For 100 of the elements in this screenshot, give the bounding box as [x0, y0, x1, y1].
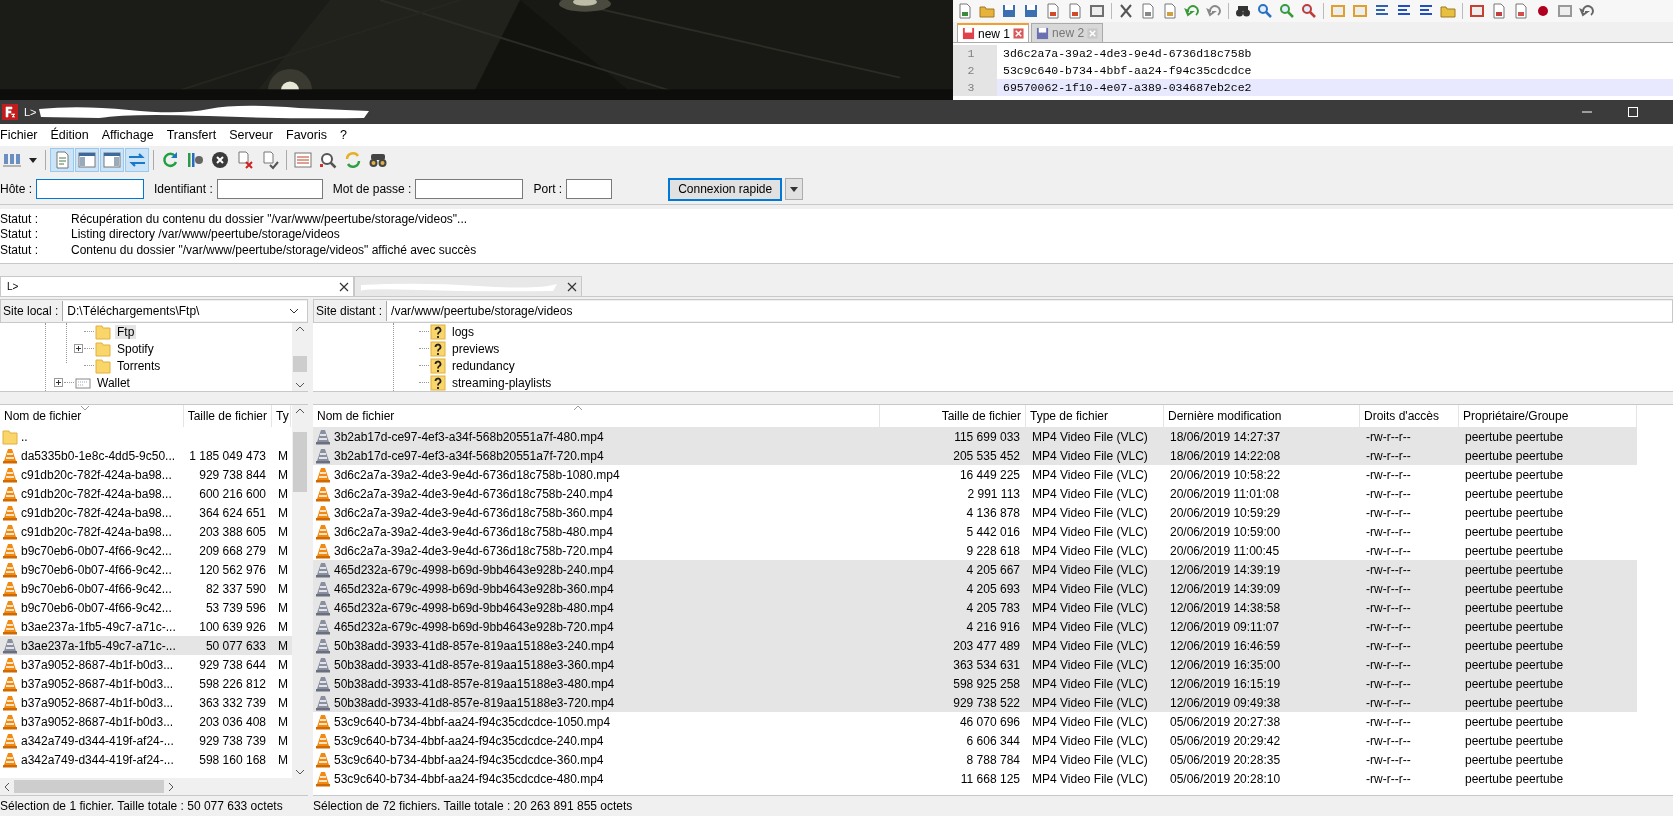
scroll-thumb[interactable] [293, 356, 307, 372]
folder-icon[interactable] [979, 3, 995, 19]
menu-item[interactable]: Affichage [101, 128, 160, 142]
file-row[interactable]: 3d6c2a7a-39a2-4de3-9e4d-6736d18c758b-360.mp4 4 136 878 MP4 Video File (VLC) 20/06/2019 10:59:29 -rw-r--r-- peertube peertube [313, 503, 1637, 522]
menu-item[interactable]: Transfert [166, 128, 223, 142]
file-row[interactable]: c91db20c-782f-424a-ba98... 929 738 844 M [0, 465, 292, 484]
folder-icon[interactable] [1440, 3, 1456, 19]
document-icon[interactable] [1491, 3, 1507, 19]
file-row[interactable]: b37a9052-8687-4b1f-b0d3... 363 332 739 M [0, 693, 292, 712]
document-icon[interactable] [1140, 3, 1156, 19]
file-row[interactable]: 50b38add-3933-41d8-857e-819aa15188e3-480.mp4 598 925 258 MP4 Video File (VLC) 12/06/2019 16:15:19 -rw-r--r-- peertube peertube [313, 674, 1637, 693]
editor-tab[interactable]: new 1 [957, 23, 1030, 42]
toolbar-button[interactable] [75, 148, 99, 172]
tree-item[interactable]: Torrents [115, 358, 163, 373]
file-row[interactable]: 50b38add-3933-41d8-857e-819aa15188e3-360.mp4 363 534 631 MP4 Video File (VLC) 12/06/2019 16:35:00 -rw-r--r-- peertube peertube [313, 655, 1637, 674]
input-field[interactable] [566, 179, 613, 199]
chevron-up-icon[interactable] [295, 408, 305, 414]
file-row[interactable]: b9c70eb6-0b07-4f66-9c42... 209 668 279 M [0, 541, 292, 560]
file-row[interactable]: c91db20c-782f-424a-ba98... 600 216 600 M [0, 484, 292, 503]
document-icon[interactable] [1513, 3, 1529, 19]
close-icon[interactable] [567, 281, 577, 292]
file-row[interactable]: a342a749-d344-419f-af24-... 598 160 168 M [0, 750, 292, 769]
file-row[interactable]: b9c70eb6-0b07-4f66-9c42... 53 739 596 M [0, 598, 292, 617]
scroll-thumb[interactable] [14, 780, 164, 793]
file-row[interactable]: 465d232a-679c-4998-b69d-9bb4643e928b-240.mp4 4 205 667 MP4 Video File (VLC) 12/06/2019 14:39:19 -rw-r--r-- peertube peertube [313, 560, 1637, 579]
file-row[interactable]: b37a9052-8687-4b1f-b0d3... 203 036 408 M [0, 712, 292, 731]
chevron-left-icon[interactable] [4, 781, 10, 792]
file-row[interactable]: b3ae237a-1fb5-49c7-a71c-... 50 077 633 M [0, 636, 292, 655]
file-row[interactable]: b37a9052-8687-4b1f-b0d3... 929 738 644 M [0, 655, 292, 674]
file-row[interactable]: 3d6c2a7a-39a2-4de3-9e4d-6736d18c758b-1080.mp4 16 449 225 MP4 Video File (VLC) 20/06/2019 10:58:22 -rw-r--r-- peertube peertube [313, 465, 1637, 484]
clipboard-icon[interactable] [1162, 3, 1178, 19]
file-row[interactable]: 50b38add-3933-41d8-857e-819aa15188e3-720.mp4 929 738 522 MP4 Video File (VLC) 12/06/2019 09:49:38 -rw-r--r-- peertube peertube [313, 693, 1637, 712]
file-row[interactable]: .. [0, 427, 292, 446]
binoculars-icon[interactable] [1235, 3, 1251, 19]
input-field[interactable] [216, 179, 323, 199]
magnifier-icon[interactable] [1257, 3, 1273, 19]
stop-icon[interactable] [1557, 3, 1573, 19]
file-row[interactable]: 465d232a-679c-4998-b69d-9bb4643e928b-480.mp4 4 205 783 MP4 Video File (VLC) 12/06/2019 14:38:58 -rw-r--r-- peertube peertube [313, 598, 1637, 617]
document-icon[interactable] [957, 3, 973, 19]
file-row[interactable]: b9c70eb6-0b07-4f66-9c42... 82 337 590 M [0, 579, 292, 598]
file-row[interactable]: 3d6c2a7a-39a2-4de3-9e4d-6736d18c758b-240.mp4 2 991 113 MP4 Video File (VLC) 20/06/2019 11:01:08 -rw-r--r-- peertube peertube [313, 484, 1637, 503]
menu-item[interactable]: Favoris [286, 128, 333, 142]
chevron-down-icon[interactable] [295, 769, 305, 775]
input-field[interactable] [415, 179, 524, 199]
document-icon[interactable] [1067, 3, 1083, 19]
scrollbar[interactable] [0, 778, 308, 795]
column-header[interactable]: Taille de fichier [184, 405, 272, 427]
tree-item[interactable]: streaming-playlists [450, 375, 554, 390]
path-field[interactable]: /var/www/peertube/storage/videos [386, 301, 1672, 321]
column-header[interactable]: Nom de fichier [0, 405, 184, 427]
file-row[interactable]: 465d232a-679c-4998-b69d-9bb4643e928b-720.mp4 4 216 916 MP4 Video File (VLC) 12/06/2019 09:11:07 -rw-r--r-- peertube peertube [313, 617, 1637, 636]
file-row[interactable]: c91db20c-782f-424a-ba98... 203 388 605 M [0, 522, 292, 541]
zoom-in-icon[interactable] [1279, 3, 1295, 19]
permissions: -rw-r--r-- [1365, 429, 1412, 444]
tree-item[interactable]: Ftp [115, 324, 137, 339]
file-row[interactable]: 3d6c2a7a-39a2-4de3-9e4d-6736d18c758b-480.mp4 5 442 016 MP4 Video File (VLC) 20/06/2019 10:59:00 -rw-r--r-- peertube peertube [313, 522, 1637, 541]
caret-icon[interactable] [29, 157, 37, 163]
file-row[interactable]: 53c9c640-b734-4bbf-aa24-f94c35cdcdce-1050.mp4 46 070 696 MP4 Video File (VLC) 05/06/2019 20:27:38 -rw-r--r-- peertube peertube [313, 712, 1637, 731]
file-row[interactable]: 465d232a-679c-4998-b69d-9bb4643e928b-360.mp4 4 205 693 MP4 Video File (VLC) 12/06/2019 14:39:09 -rw-r--r-- peertube peertube [313, 579, 1637, 598]
chevron-right-icon[interactable] [168, 781, 174, 792]
file-row[interactable]: b3ae237a-1fb5-49c7-a71c-... 100 639 926 M [0, 617, 292, 636]
menu-item[interactable]: Fichier [0, 128, 44, 142]
record-dot-icon[interactable] [1535, 3, 1551, 19]
tree-item[interactable]: redundancy [450, 358, 517, 373]
file-row[interactable]: 53c9c640-b734-4bbf-aa24-f94c35cdcdce-240.mp4 6 606 344 MP4 Video File (VLC) 05/06/2019 20:29:42 -rw-r--r-- peertube peertube [313, 731, 1637, 750]
file-row[interactable]: 53c9c640-b734-4bbf-aa24-f94c35cdcdce-360.mp4 8 788 784 MP4 Video File (VLC) 05/06/2019 20:28:35 -rw-r--r-- peertube peertube [313, 750, 1637, 769]
menu-item[interactable]: Serveur [229, 128, 279, 142]
path-combo[interactable]: D:\Téléchargements\Ftp\ [62, 301, 307, 321]
file-row[interactable]: 53c9c640-b734-4bbf-aa24-f94c35cdcdce-480.mp4 11 668 125 MP4 Video File (VLC) 05/06/2019 20:28:10 -rw-r--r-- peertube peertube [313, 769, 1637, 788]
file-row[interactable]: b37a9052-8687-4b1f-b0d3... 598 226 812 M [0, 674, 292, 693]
maximize-icon[interactable] [1627, 106, 1639, 118]
dropdown-button[interactable] [785, 178, 804, 200]
tree-item[interactable]: Spotify [115, 341, 156, 356]
tree-item[interactable]: previews [450, 341, 502, 356]
expand-icon[interactable] [54, 378, 63, 387]
document-icon[interactable] [1045, 3, 1061, 19]
chevron-down-icon[interactable] [295, 382, 305, 388]
file-row[interactable]: 3d6c2a7a-39a2-4de3-9e4d-6736d18c758b-720.mp4 9 228 618 MP4 Video File (VLC) 20/06/2019 11:00:45 -rw-r--r-- peertube peertube [313, 541, 1637, 560]
file-row[interactable]: b9c70eb6-0b07-4f66-9c42... 120 562 976 M [0, 560, 292, 579]
column-header[interactable]: Ty [272, 405, 291, 427]
file-row[interactable]: da5335b0-1e8c-4dd5-9c50... 1 185 049 473 M [0, 446, 292, 465]
chevron-up-icon[interactable] [295, 326, 305, 332]
file-row[interactable]: c91db20c-782f-424a-ba98... 364 624 651 M [0, 503, 292, 522]
menu-item[interactable]: Édition [50, 128, 95, 142]
file-row[interactable]: 50b38add-3933-41d8-857e-819aa15188e3-240.mp4 203 477 489 MP4 Video File (VLC) 12/06/2019 16:46:59 -rw-r--r-- peertube peertube [313, 636, 1637, 655]
input-field[interactable] [36, 179, 144, 199]
scroll-thumb[interactable] [293, 432, 307, 492]
zoom-out-icon[interactable] [1301, 3, 1317, 19]
scrollbar[interactable] [292, 323, 308, 391]
tree-item[interactable]: logs [450, 324, 476, 339]
file-row[interactable]: 3b2ab17d-ce97-4ef3-a34f-568b20551a7f-720.mp4 205 535 452 MP4 Video File (VLC) 18/06/2019 14:22:08 -rw-r--r-- peertube peertube [313, 446, 1637, 465]
tree-item[interactable]: Wallet [95, 375, 132, 390]
close-icon[interactable] [339, 281, 349, 292]
menu-item[interactable]: ? [340, 128, 353, 142]
file-row[interactable]: 3b2ab17d-ce97-4ef3-a34f-568b20551a7f-480.mp4 115 699 033 MP4 Video File (VLC) 18/06/2019 14:27:37 -rw-r--r-- peertube peertube [313, 427, 1637, 446]
connect-button[interactable]: Connexion rapide [668, 177, 783, 201]
connection-tab[interactable]: L> [0, 276, 354, 296]
file-row[interactable]: a342a749-d344-419f-af24-... 929 738 739 M [0, 731, 292, 750]
toolbar-button[interactable] [100, 148, 124, 172]
expand-icon[interactable] [74, 344, 83, 353]
